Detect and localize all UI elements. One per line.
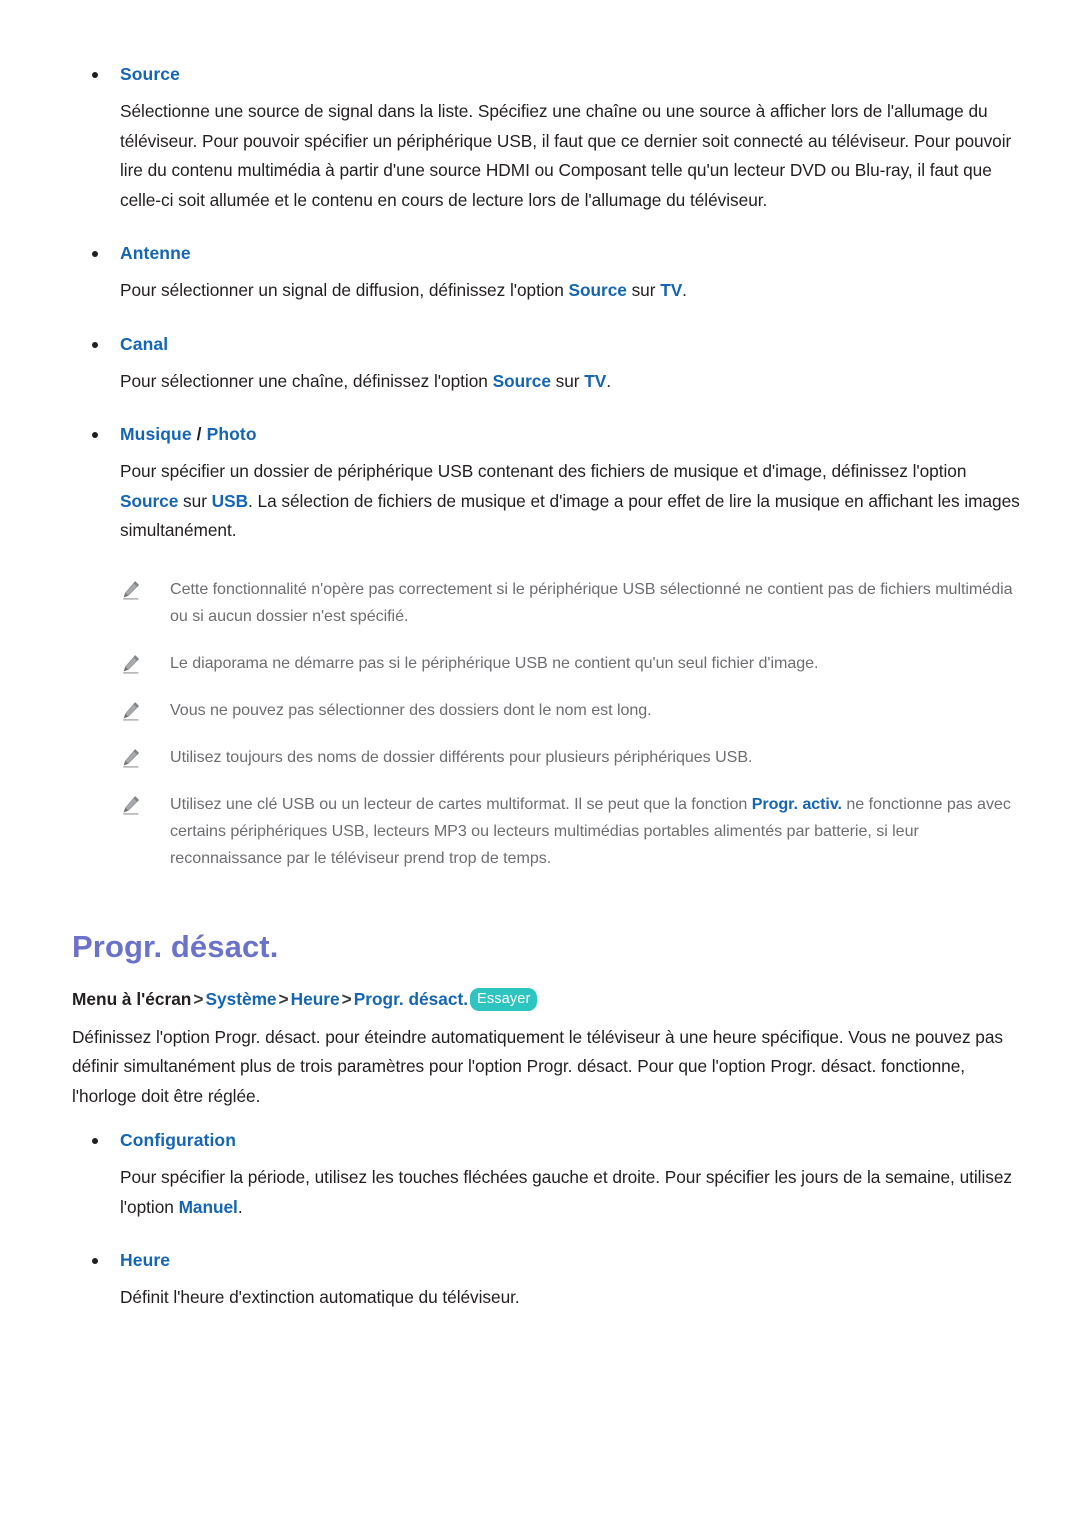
bullet-item-antenne: Antenne <box>72 241 1028 265</box>
bullet-dot-icon <box>92 432 98 438</box>
note-item: Utilisez une clé USB ou un lecteur de ca… <box>72 791 1028 872</box>
bullet-item-configuration: Configuration <box>72 1128 1028 1152</box>
paragraph-antenne: Pour sélectionner un signal de diffusion… <box>120 276 1028 306</box>
pencil-note-icon <box>120 700 142 722</box>
text-fragment: Pour spécifier un dossier de périphériqu… <box>120 461 967 481</box>
note-text: Cette fonctionnalité n'opère pas correct… <box>170 579 1013 625</box>
bullet-label-source: Source <box>120 64 180 84</box>
note-text: Vous ne pouvez pas sélectionner des doss… <box>170 700 652 719</box>
text-fragment: sur <box>178 490 212 511</box>
note-list: Cette fonctionnalité n'opère pas correct… <box>72 576 1028 872</box>
breadcrumb-link-heure[interactable]: Heure <box>291 989 340 1009</box>
text-fragment: . <box>237 1196 243 1217</box>
note-item: Utilisez toujours des noms de dossier di… <box>72 744 1028 771</box>
keyword-source: Source <box>492 370 551 391</box>
paragraph-source: Sélectionne une source de signal dans la… <box>120 101 1012 210</box>
paragraph-canal: Pour sélectionner une chaîne, définissez… <box>120 367 1028 397</box>
note-item: Le diaporama ne démarre pas si le périph… <box>72 650 1028 677</box>
note-item: Cette fonctionnalité n'opère pas correct… <box>72 576 1028 630</box>
try-it-badge[interactable]: Essayer <box>470 987 538 1012</box>
manual-page: Source Sélectionne une source de signal … <box>0 0 1080 1527</box>
breadcrumb: Menu à l'écran > Système > Heure > Progr. désa… <box>72 986 1028 1012</box>
pencil-note-icon <box>120 794 142 816</box>
bullet-item-source: Source <box>72 62 1028 86</box>
breadcrumb-link-systeme[interactable]: Système <box>205 989 276 1009</box>
paragraph-heure: Définit l'heure d'extinction automatique… <box>120 1287 520 1307</box>
pencil-note-icon <box>120 653 142 675</box>
bullet-label-separator: / <box>191 424 207 444</box>
note-item: Vous ne pouvez pas sélectionner des doss… <box>72 697 1028 724</box>
text-fragment: . La sélection de fichiers de musique et… <box>120 490 1020 541</box>
paragraph-configuration: Pour spécifier la période, utilisez les … <box>120 1163 1028 1222</box>
text-fragment: sur <box>550 370 585 391</box>
keyword-usb: USB <box>211 490 248 511</box>
keyword-manuel: Manuel <box>178 1196 238 1217</box>
keyword-progr-activ: Progr. activ. <box>751 794 842 813</box>
bullet-label-antenne: Antenne <box>120 243 191 263</box>
bullet-label-configuration: Configuration <box>120 1130 236 1150</box>
section-heading-progr-desact: Progr. désact. <box>72 928 279 964</box>
text-fragment: . <box>682 280 687 300</box>
breadcrumb-root: Menu à l'écran <box>72 988 192 1009</box>
keyword-tv: TV <box>584 370 607 391</box>
text-fragment: sur <box>626 280 661 300</box>
breadcrumb-separator: > <box>278 988 289 1009</box>
note-text: Utilisez toujours des noms de dossier di… <box>170 747 753 766</box>
breadcrumb-link-progr-desact[interactable]: Progr. désact. <box>354 989 468 1009</box>
bullet-item-canal: Canal <box>72 332 1028 356</box>
bullet-dot-icon <box>92 251 98 257</box>
bullet-dot-icon <box>92 72 98 78</box>
text-fragment: Pour spécifier la période, utilisez les … <box>120 1167 1012 1217</box>
bullet-label-photo: Photo <box>206 424 257 444</box>
text-fragment: Pour sélectionner un signal de diffusion… <box>120 280 569 300</box>
bullet-dot-icon <box>92 1258 98 1264</box>
bullet-dot-icon <box>92 341 98 348</box>
text-fragment: Utilisez une clé USB ou un lecteur de ca… <box>170 794 752 813</box>
text-fragment: Pour sélectionner une chaîne, définissez… <box>120 370 493 391</box>
bullet-dot-icon <box>92 1138 98 1144</box>
keyword-source: Source <box>120 490 179 511</box>
keyword-tv: TV <box>660 280 683 300</box>
text-fragment: . <box>606 370 611 391</box>
keyword-source: Source <box>568 280 627 300</box>
paragraph-progr-desact: Définissez l'option Progr. désact. pour … <box>72 1026 1004 1106</box>
bullet-item-heure: Heure <box>72 1248 1028 1272</box>
note-text: Le diaporama ne démarre pas si le périph… <box>170 653 819 672</box>
bullet-label-musique: Musique <box>120 424 192 444</box>
bullet-item-musique-photo: Musique / Photo <box>72 422 1028 446</box>
bullet-label-canal: Canal <box>120 333 169 354</box>
note-text: Utilisez une clé USB ou un lecteur de ca… <box>170 795 1011 867</box>
breadcrumb-separator: > <box>341 988 352 1009</box>
breadcrumb-separator: > <box>193 988 204 1009</box>
pencil-note-icon <box>120 579 142 601</box>
pencil-note-icon <box>120 747 142 769</box>
bullet-label-heure: Heure <box>120 1250 171 1270</box>
paragraph-musique-photo: Pour spécifier un dossier de périphériqu… <box>120 457 1028 546</box>
